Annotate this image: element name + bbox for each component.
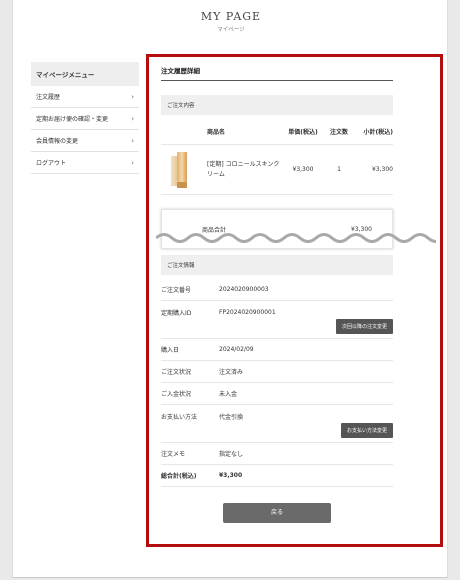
order-number-value: 2024020900003	[219, 286, 269, 293]
sidebar-item-subscription[interactable]: 定期お届け便の確認・変更 ›	[31, 108, 139, 130]
order-info-band: ご注文情報	[161, 255, 393, 275]
sidebar-title: マイページメニュー	[31, 62, 139, 86]
quantity: 1	[337, 166, 341, 173]
product-image[interactable]	[171, 151, 193, 188]
col-quantity: 注文数	[329, 129, 348, 136]
table-row: [定期] コロニールスキンクリーム ¥3,300 1 ¥3,300	[161, 145, 393, 195]
payment-status-value: 未入金	[219, 391, 238, 398]
chevron-right-icon: ›	[131, 158, 134, 167]
order-number-row: ご注文番号 2024020900003	[161, 279, 393, 301]
col-unit-price: 単価(税込)	[288, 129, 318, 136]
sidebar-item-logout[interactable]: ログアウト ›	[31, 152, 139, 174]
grand-total-value: ¥3,300	[219, 472, 243, 479]
order-status-row: ご注文状況 注文済み	[161, 361, 393, 383]
screenshot-frame: MY PAGE マイページ マイページメニュー 注文履歴 › 定期お届け便の確認…	[0, 0, 460, 580]
subscription-id-label: 定期購入ID	[161, 309, 192, 317]
section-title: 注文履歴詳細	[161, 63, 393, 81]
payment-status-row: ご入金状況 未入金	[161, 383, 393, 405]
order-memo-row: 注文メモ 指定なし	[161, 443, 393, 465]
sidebar-item-label: 注文履歴	[36, 94, 61, 101]
order-status-label: ご注文状況	[161, 369, 192, 376]
order-number-label: ご注文番号	[161, 287, 192, 294]
purchase-date-value: 2024/02/09	[219, 346, 254, 353]
chevron-right-icon: ›	[131, 92, 134, 101]
grand-total-row: 総合計(税込) ¥3,300	[161, 465, 393, 487]
sidebar-item-label: ログアウト	[36, 160, 67, 167]
order-memo-label: 注文メモ	[161, 451, 186, 458]
sidebar-item-label: 会員情報の変更	[36, 138, 79, 145]
back-button[interactable]: 戻る	[223, 503, 331, 523]
page-header: MY PAGE マイページ	[13, 10, 449, 33]
col-product-name: 商品名	[207, 129, 226, 136]
back-button-wrap: 戻る	[161, 499, 393, 523]
items-table-header: 商品名 単価(税込) 注文数 小計(税込)	[161, 127, 393, 145]
grand-total-label: 総合計(税込)	[161, 473, 197, 480]
chevron-right-icon: ›	[131, 136, 134, 145]
payment-method-change-button[interactable]: お支払い方法変更	[340, 423, 393, 438]
page-title: MY PAGE	[200, 10, 262, 23]
sidebar-item-member-info[interactable]: 会員情報の変更 ›	[31, 130, 139, 152]
product-name[interactable]: [定期] コロニールスキンクリーム	[207, 160, 283, 180]
subtotal: ¥3,300	[372, 166, 393, 173]
order-memo-value: 指定なし	[219, 451, 244, 458]
payment-status-label: ご入金状況	[161, 391, 192, 398]
next-order-change-button[interactable]: 次回以降の注文変更	[335, 319, 393, 334]
payment-method-row: お支払い方法 代金引換 お支払い方法変更	[161, 405, 393, 443]
sidebar-item-label: 定期お届け便の確認・変更	[36, 116, 109, 123]
chevron-right-icon: ›	[131, 114, 134, 123]
product-cap-shape	[177, 181, 187, 188]
purchase-date-label: 購入日	[161, 347, 180, 354]
unit-price: ¥3,300	[292, 166, 314, 173]
page-subtitle: マイページ	[217, 27, 245, 33]
order-detail-panel: 注文履歴詳細 ご注文内容 商品名 単価(税込) 注文数 小計(税込) [定期] …	[146, 54, 443, 547]
payment-method-value: 代金引換	[219, 413, 244, 421]
sidebar-item-order-history[interactable]: 注文履歴 ›	[31, 86, 139, 108]
product-tube-shape	[177, 151, 187, 182]
header-spacer	[161, 127, 207, 136]
sidebar-menu: マイページメニュー 注文履歴 › 定期お届け便の確認・変更 › 会員情報の変更 …	[31, 62, 139, 174]
payment-method-label: お支払い方法	[161, 413, 198, 421]
subscription-id-value: FP2024020900001	[219, 308, 276, 316]
order-contents-band: ご注文内容	[161, 95, 393, 115]
subscription-id-row: 定期購入ID FP2024020900001 次回以降の注文変更	[161, 301, 393, 339]
wave-divider	[156, 233, 436, 243]
purchase-date-row: 購入日 2024/02/09	[161, 339, 393, 361]
product-image-cell	[161, 151, 207, 188]
order-status-value: 注文済み	[219, 369, 244, 376]
col-subtotal: 小計(税込)	[363, 129, 394, 136]
